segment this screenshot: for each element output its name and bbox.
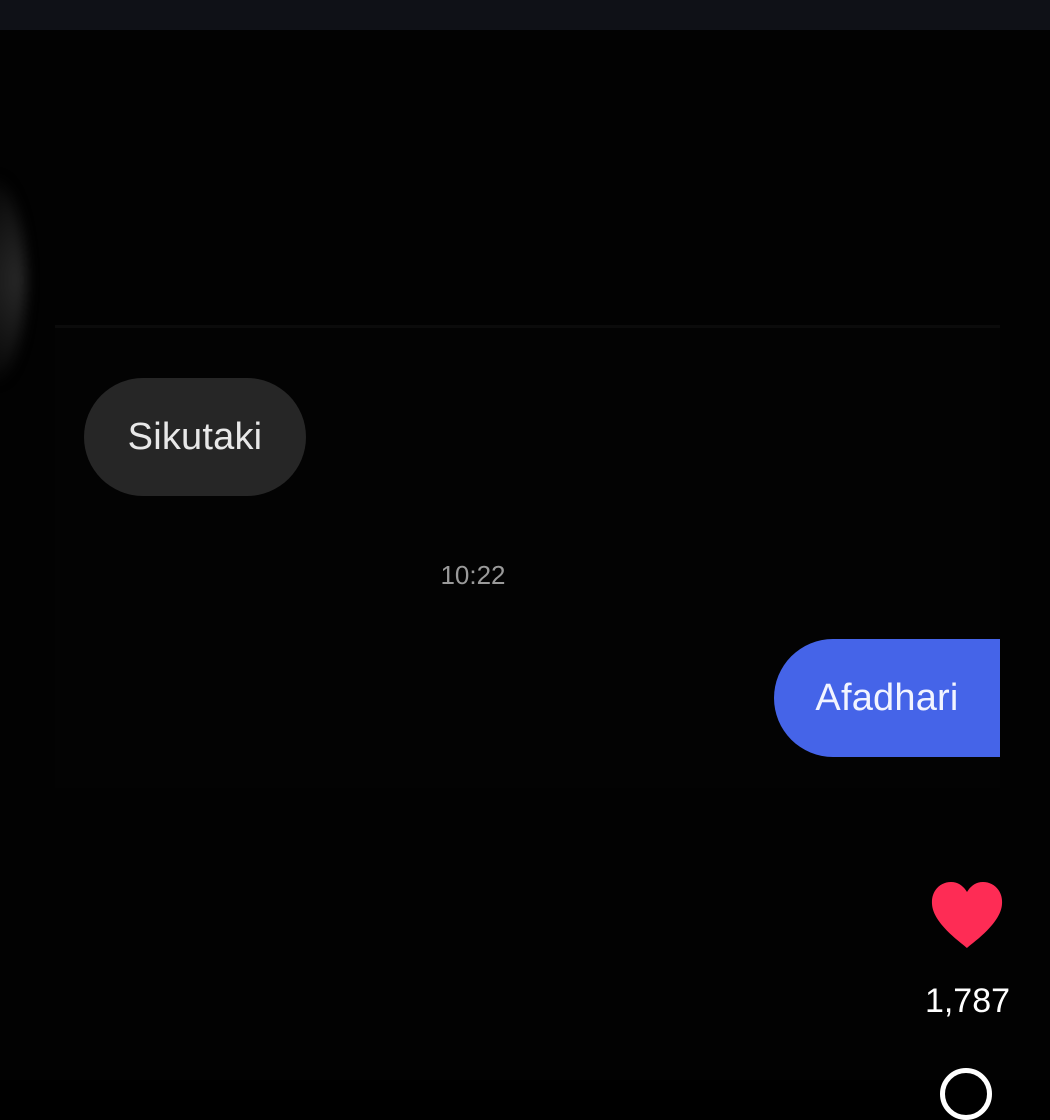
sent-message-text: Afadhari [815, 676, 959, 719]
sent-message-bubble: Afadhari [774, 639, 1000, 757]
received-message-text: Sikutaki [127, 415, 263, 458]
like-count: 1,787 [924, 982, 1011, 1020]
message-timestamp: 10:22 [440, 560, 506, 590]
heart-icon[interactable] [929, 880, 1005, 950]
received-message-bubble: Sikutaki [84, 378, 306, 496]
comment-icon[interactable] [940, 1068, 992, 1120]
top-bar [0, 0, 1050, 30]
